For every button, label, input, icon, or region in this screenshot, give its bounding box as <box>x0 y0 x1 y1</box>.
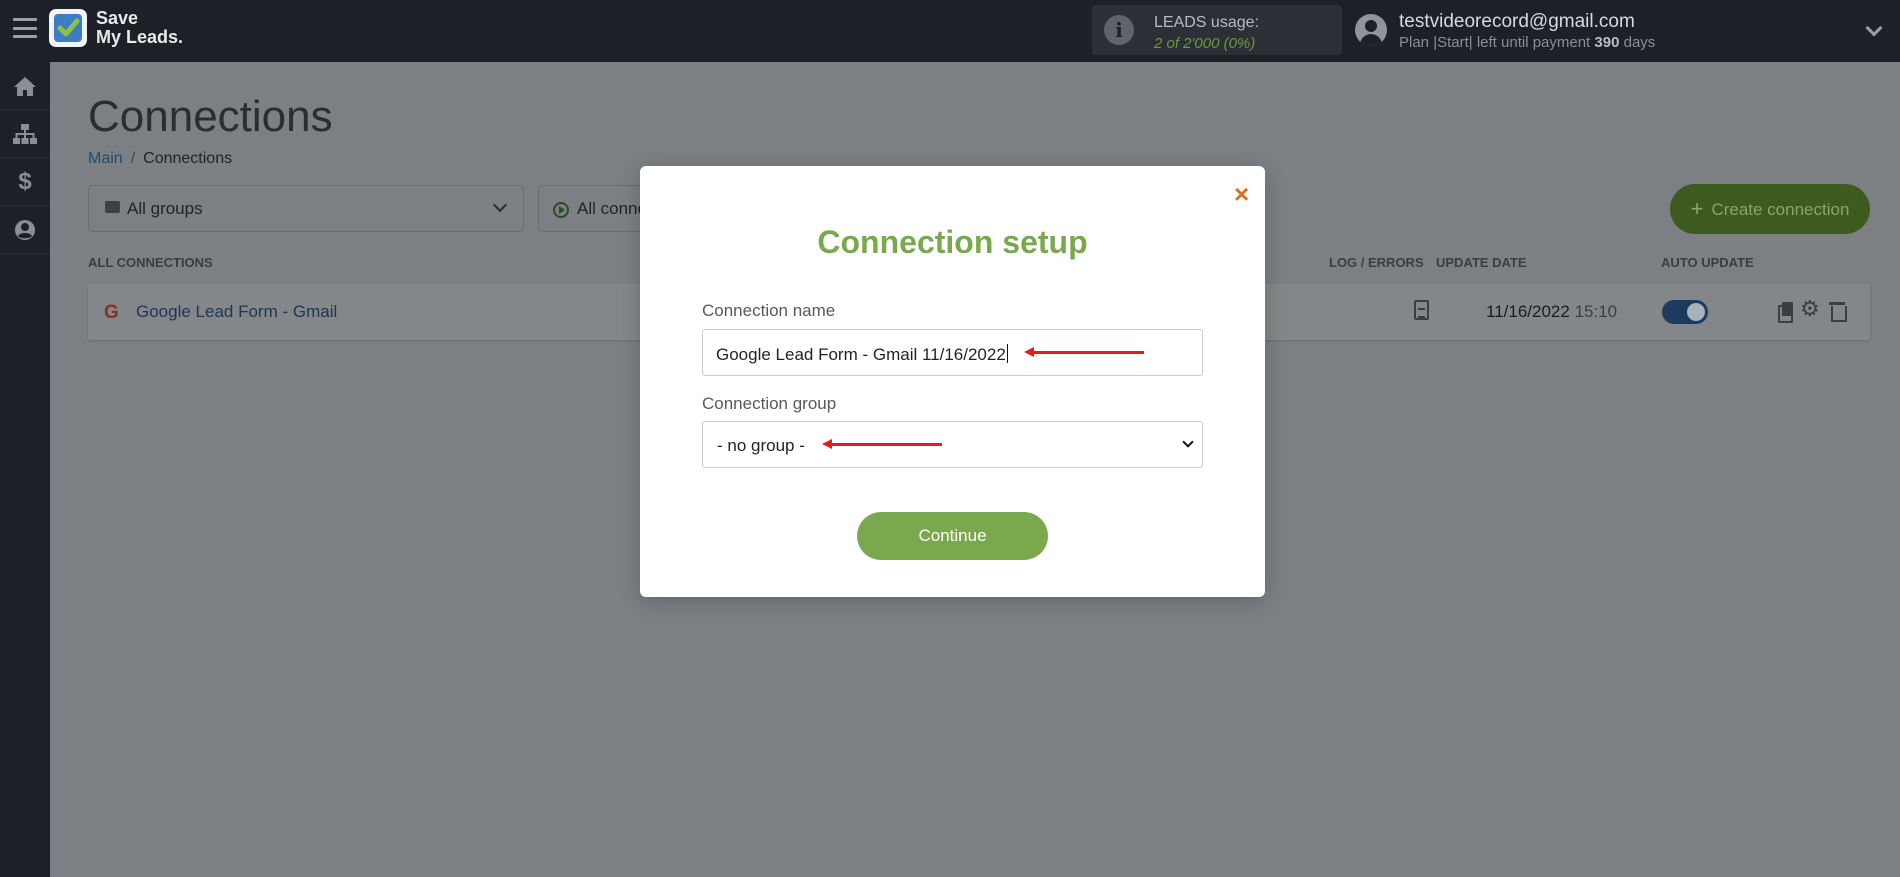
user-avatar-icon[interactable] <box>1355 14 1387 46</box>
trash-icon[interactable] <box>1829 302 1847 322</box>
connection-name-input[interactable]: Google Lead Form - Gmail 11/16/2022 <box>702 329 1203 376</box>
text-caret <box>1006 344 1008 363</box>
log-file-icon[interactable] <box>1414 300 1429 320</box>
plan-days-suffix: days <box>1623 34 1656 51</box>
chevron-down-icon <box>492 197 508 213</box>
column-header-update-date: UPDATE DATE <box>1436 255 1527 270</box>
update-time-value: 15:10 <box>1574 302 1618 321</box>
user-plan-info: Plan |Start| left until payment 390 days <box>1399 34 1655 51</box>
breadcrumb: Main / Connections <box>88 150 232 168</box>
update-date-value: 11/16/2022 <box>1486 302 1570 321</box>
connections-filter-label: All conne <box>577 199 647 218</box>
play-icon <box>553 202 569 218</box>
sidebar-item-home[interactable] <box>0 62 50 110</box>
plan-days: 390 <box>1594 34 1620 51</box>
update-date: 11/16/2022 15:10 <box>1486 302 1617 322</box>
page-title: Connections <box>88 92 333 141</box>
connection-name-value: Google Lead Form - Gmail 11/16/2022 <box>716 345 1006 364</box>
info-icon: i <box>1104 15 1134 45</box>
leads-usage-value: 2 of 2'000 (0%) <box>1154 35 1256 52</box>
connection-group-label: Connection group <box>702 394 837 413</box>
toggle-knob <box>1687 303 1705 321</box>
gear-icon[interactable]: ⚙ <box>1800 298 1822 320</box>
logo-line-1: Save <box>96 8 139 28</box>
sidebar-item-connections[interactable] <box>0 110 50 158</box>
plus-icon: + <box>1690 196 1704 221</box>
leads-usage-panel: i LEADS usage: 2 of 2'000 (0%) <box>1092 5 1342 55</box>
connection-setup-modal: × Connection setup Connection name Googl… <box>640 166 1265 597</box>
chevron-down-icon <box>1182 436 1194 448</box>
sidebar-item-account[interactable] <box>0 206 50 254</box>
groups-filter-select[interactable]: All groups <box>88 185 524 232</box>
copy-icon[interactable] <box>1778 302 1794 323</box>
logo-line-2: My Leads. <box>96 27 184 47</box>
connection-name-value-wrap: Google Lead Form - Gmail 11/16/2022 <box>716 344 1008 365</box>
sitemap-icon <box>13 123 37 144</box>
folder-icon <box>105 201 120 213</box>
account-icon <box>15 219 35 240</box>
top-bar: Save My Leads. i LEADS usage: 2 of 2'000… <box>0 0 1900 62</box>
home-icon <box>14 76 36 96</box>
column-header-log-errors: LOG / ERRORS <box>1329 255 1424 270</box>
continue-button[interactable]: Continue <box>857 512 1048 560</box>
breadcrumb-main-link[interactable]: Main <box>88 150 123 167</box>
connection-name-link[interactable]: Google Lead Form - Gmail <box>136 302 337 322</box>
groups-filter-label: All groups <box>127 199 203 218</box>
google-icon: G <box>104 302 119 323</box>
connection-group-value: - no group - <box>717 436 805 455</box>
annotation-arrow-icon <box>1024 347 1144 357</box>
dollar-icon: $ <box>18 167 32 195</box>
user-email[interactable]: testvideorecord@gmail.com <box>1399 11 1635 33</box>
modal-title: Connection setup <box>817 224 1088 260</box>
logo-icon[interactable] <box>49 9 87 47</box>
plan-text: Plan |Start| left until payment <box>1399 34 1591 51</box>
close-icon[interactable]: × <box>1234 181 1249 207</box>
menu-icon[interactable] <box>13 18 37 38</box>
breadcrumb-current: Connections <box>143 150 233 167</box>
chevron-down-icon[interactable] <box>1865 19 1883 37</box>
column-header-auto-update: AUTO UPDATE <box>1661 255 1754 270</box>
connection-group-select[interactable]: - no group - <box>702 421 1203 468</box>
sidebar-item-billing[interactable]: $ <box>0 158 50 206</box>
create-connection-button[interactable]: + Create connection <box>1670 184 1870 234</box>
leads-usage-title: LEADS usage: <box>1154 14 1259 31</box>
auto-update-toggle[interactable] <box>1662 300 1708 324</box>
breadcrumb-separator: / <box>130 150 136 167</box>
logo-text[interactable]: Save My Leads. <box>96 9 183 47</box>
create-connection-label: Create connection <box>1711 200 1850 219</box>
sidebar: $ <box>0 62 50 877</box>
connection-name-label: Connection name <box>702 301 836 320</box>
column-header-all-connections: ALL CONNECTIONS <box>88 255 213 270</box>
annotation-arrow-icon <box>822 439 942 449</box>
